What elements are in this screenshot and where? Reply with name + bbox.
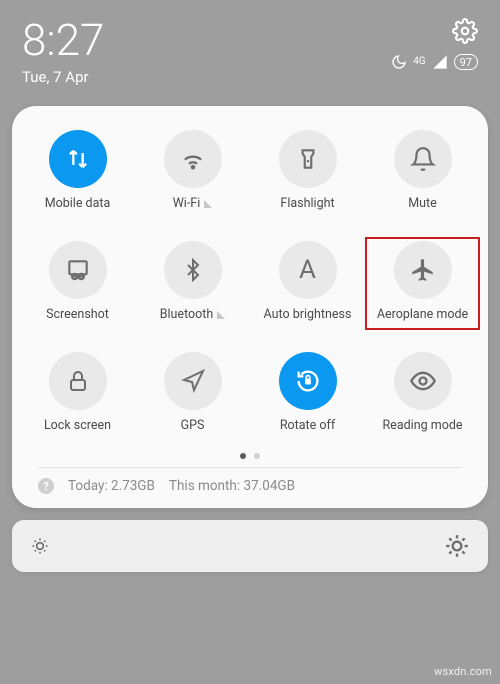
tile-label: Wi-Fi [173, 196, 201, 211]
wifi-icon [164, 130, 222, 188]
auto-brightness-icon: A [279, 241, 337, 299]
bluetooth-icon [164, 241, 222, 299]
tile-label: Bluetooth [160, 307, 214, 322]
lock-icon [49, 352, 107, 410]
quick-settings-panel: Mobile data Wi-Fi Flashlight Mute [12, 106, 488, 508]
data-month: This month: 37.04GB [169, 478, 295, 494]
tile-aeroplane-mode[interactable]: Aeroplane mode [365, 237, 480, 330]
status-left: 8:27 Tue, 7 Apr [22, 18, 104, 86]
expand-indicator-icon [204, 200, 212, 208]
quick-settings-grid: Mobile data Wi-Fi Flashlight Mute [20, 126, 480, 441]
watermark: wsxdn.com [434, 665, 492, 678]
tile-mobile-data[interactable]: Mobile data [20, 126, 135, 219]
status-icons: 4G 97 [391, 54, 478, 70]
tile-label: Flashlight [280, 196, 334, 211]
tile-label: Rotate off [280, 418, 335, 433]
tile-label: Mobile data [45, 196, 111, 211]
tile-label: Lock screen [44, 418, 111, 433]
network-type: 4G [413, 57, 425, 67]
status-bar: 8:27 Tue, 7 Apr 4G 97 [0, 0, 500, 94]
page-dot [240, 453, 246, 459]
mute-icon [394, 130, 452, 188]
brightness-low-icon [30, 536, 50, 556]
expand-indicator-icon [217, 311, 225, 319]
reading-mode-icon [394, 352, 452, 410]
tile-label: Aeroplane mode [377, 307, 468, 322]
tile-reading-mode[interactable]: Reading mode [365, 348, 480, 441]
tile-label: Reading mode [382, 418, 462, 433]
data-usage-row[interactable]: ? Today: 2.73GB This month: 37.04GB [20, 468, 480, 494]
tile-screenshot[interactable]: Screenshot [20, 237, 135, 330]
tile-rotate-off[interactable]: Rotate off [250, 348, 365, 441]
tile-label: Screenshot [46, 307, 109, 322]
settings-icon[interactable] [452, 18, 478, 44]
battery-indicator: 97 [454, 54, 478, 70]
tile-label: GPS [181, 418, 205, 433]
tile-bluetooth[interactable]: Bluetooth [135, 237, 250, 330]
tile-label: Mute [408, 196, 437, 211]
tile-wifi[interactable]: Wi-Fi [135, 126, 250, 219]
date: Tue, 7 Apr [22, 68, 104, 86]
status-right: 4G 97 [391, 18, 478, 70]
rotate-lock-icon [279, 352, 337, 410]
gps-icon [164, 352, 222, 410]
page-dot [254, 453, 260, 459]
brightness-slider[interactable] [12, 520, 488, 572]
screenshot-icon [49, 241, 107, 299]
tile-label: Auto brightness [264, 307, 352, 322]
mobile-data-icon [49, 130, 107, 188]
tile-mute[interactable]: Mute [365, 126, 480, 219]
tile-auto-brightness[interactable]: A Auto brightness [250, 237, 365, 330]
signal-icon [432, 54, 448, 70]
tile-flashlight[interactable]: Flashlight [250, 126, 365, 219]
clock: 8:27 [22, 18, 104, 62]
tile-lock-screen[interactable]: Lock screen [20, 348, 135, 441]
page-indicator[interactable] [20, 453, 480, 459]
flashlight-icon [279, 130, 337, 188]
dnd-icon [391, 54, 407, 70]
brightness-high-icon [444, 533, 470, 559]
tile-gps[interactable]: GPS [135, 348, 250, 441]
aeroplane-icon [394, 241, 452, 299]
info-icon: ? [38, 478, 54, 494]
data-today: Today: 2.73GB [68, 478, 155, 494]
